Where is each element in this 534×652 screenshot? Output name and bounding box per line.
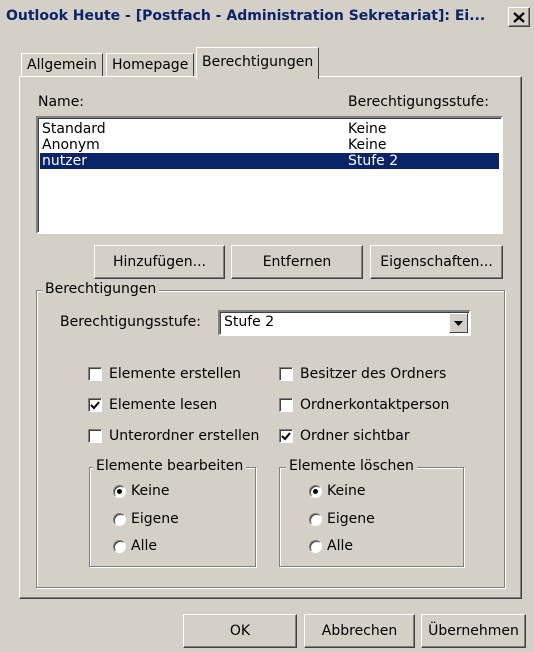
radio-circle[interactable] bbox=[113, 539, 126, 553]
tab-homepage[interactable]: Homepage bbox=[106, 53, 195, 77]
delete-items-option-label: Eigene bbox=[327, 511, 375, 527]
edit-items-option-label: Keine bbox=[131, 483, 170, 499]
folder-owner-checkbox[interactable]: Besitzer des Ordners bbox=[279, 366, 446, 382]
list-item-name: nutzer bbox=[42, 153, 87, 169]
edit-items-option-label: Eigene bbox=[131, 511, 179, 527]
folder-contact-checkbox[interactable]: Ordnerkontaktperson bbox=[279, 397, 449, 413]
delete-items-group-title: Elemente löschen bbox=[286, 458, 417, 474]
close-button[interactable] bbox=[508, 7, 530, 27]
list-item-name: Standard bbox=[42, 121, 106, 137]
window-title: Outlook Heute - [Postfach - Administrati… bbox=[6, 8, 486, 24]
tab-berechtigungen[interactable]: Berechtigungen bbox=[196, 47, 320, 79]
list-item-level: Stufe 2 bbox=[348, 153, 399, 169]
checkbox-box[interactable] bbox=[279, 398, 293, 412]
level-select-dropdown-button[interactable] bbox=[449, 313, 468, 333]
checkbox-box-checked[interactable] bbox=[88, 398, 102, 412]
edit-items-radio-none[interactable]: Keine bbox=[113, 483, 169, 499]
edit-items-radio-all[interactable]: Alle bbox=[113, 538, 157, 554]
checkbox-box-checked[interactable] bbox=[279, 429, 293, 443]
ok-button[interactable]: OK bbox=[183, 614, 297, 648]
folder-visible-label: Ordner sichtbar bbox=[300, 428, 410, 444]
tab-allgemein[interactable]: Allgemein bbox=[21, 53, 103, 77]
read-items-label: Elemente lesen bbox=[109, 397, 218, 413]
close-icon bbox=[513, 11, 525, 23]
create-subfolders-label: Unterordner erstellen bbox=[109, 428, 260, 444]
edit-items-radio-own[interactable]: Eigene bbox=[113, 511, 179, 527]
create-items-checkbox[interactable]: Elemente erstellen bbox=[88, 366, 241, 382]
column-header-level: Berechtigungsstufe: bbox=[348, 94, 489, 110]
cancel-button[interactable]: Abbrechen bbox=[304, 614, 415, 648]
radio-circle-selected[interactable] bbox=[309, 484, 322, 498]
folder-owner-label: Besitzer des Ordners bbox=[300, 366, 447, 382]
list-item-name: Anonym bbox=[42, 137, 100, 153]
folder-visible-checkbox[interactable]: Ordner sichtbar bbox=[279, 428, 410, 444]
chevron-down-icon bbox=[454, 320, 463, 326]
level-label: Berechtigungsstufe: bbox=[60, 314, 201, 330]
create-items-label: Elemente erstellen bbox=[109, 366, 242, 382]
list-item-level: Keine bbox=[348, 137, 387, 153]
properties-button[interactable]: Eigenschaften... bbox=[370, 245, 503, 279]
checkbox-box[interactable] bbox=[88, 367, 102, 381]
delete-items-radio-all[interactable]: Alle bbox=[309, 538, 353, 554]
permissions-listbox[interactable]: Standard Keine Anonym Keine nutzer Stufe… bbox=[36, 116, 503, 234]
list-item-level: Keine bbox=[348, 121, 387, 137]
apply-button[interactable]: Übernehmen bbox=[421, 614, 526, 648]
create-subfolders-checkbox[interactable]: Unterordner erstellen bbox=[88, 428, 259, 444]
checkmark-icon bbox=[90, 401, 100, 410]
radio-circle-selected[interactable] bbox=[113, 484, 126, 498]
level-select-value: Stufe 2 bbox=[224, 314, 275, 330]
radio-circle[interactable] bbox=[309, 512, 322, 526]
folder-contact-label: Ordnerkontaktperson bbox=[300, 397, 450, 413]
checkmark-icon bbox=[281, 432, 291, 441]
read-items-checkbox[interactable]: Elemente lesen bbox=[88, 397, 217, 413]
title-bar: Outlook Heute - [Postfach - Administrati… bbox=[0, 0, 534, 32]
remove-button[interactable]: Entfernen bbox=[231, 245, 363, 279]
edit-items-option-label: Alle bbox=[131, 538, 157, 554]
edit-items-group-title: Elemente bearbeiten bbox=[93, 458, 247, 474]
checkbox-box[interactable] bbox=[88, 429, 102, 443]
delete-items-option-label: Alle bbox=[327, 538, 353, 554]
add-button[interactable]: Hinzufügen... bbox=[94, 245, 225, 279]
list-item-selected[interactable]: nutzer Stufe 2 bbox=[40, 153, 499, 169]
permissions-group-title: Berechtigungen bbox=[42, 281, 160, 297]
delete-items-radio-own[interactable]: Eigene bbox=[309, 511, 375, 527]
column-header-name: Name: bbox=[38, 94, 85, 110]
checkbox-box[interactable] bbox=[279, 367, 293, 381]
radio-circle[interactable] bbox=[309, 539, 322, 553]
list-item[interactable]: Standard Keine bbox=[40, 121, 499, 137]
level-select[interactable]: Stufe 2 bbox=[218, 310, 471, 336]
list-item[interactable]: Anonym Keine bbox=[40, 137, 499, 153]
delete-items-radio-none[interactable]: Keine bbox=[309, 483, 365, 499]
radio-circle[interactable] bbox=[113, 512, 126, 526]
delete-items-option-label: Keine bbox=[327, 483, 366, 499]
